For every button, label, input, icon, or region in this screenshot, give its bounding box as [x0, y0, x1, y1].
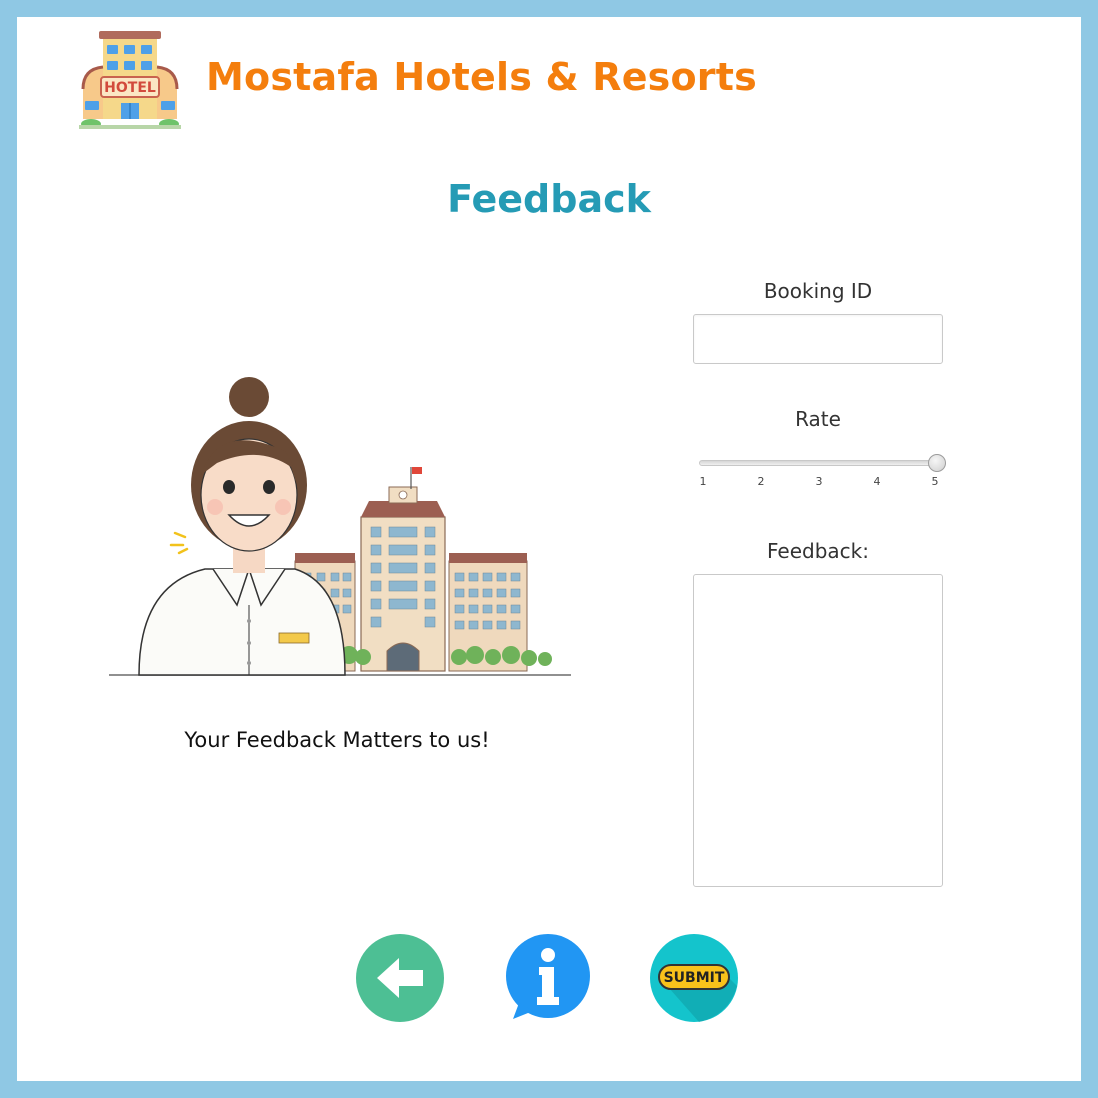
- booking-id-label: Booking ID: [763, 279, 873, 303]
- rate-tick-3: 3: [815, 475, 823, 488]
- feedback-textarea[interactable]: [693, 574, 943, 887]
- feedback-label: Feedback:: [767, 539, 869, 563]
- rate-tick-1: 1: [699, 475, 707, 488]
- receptionist-icon: [138, 377, 346, 676]
- page-title: Feedback: [447, 177, 651, 221]
- submit-button-label: SUBMIT: [664, 970, 725, 986]
- rate-slider-track[interactable]: [699, 460, 937, 466]
- receptionist-hotel-illustration: [109, 377, 571, 676]
- back-button[interactable]: [355, 933, 445, 1023]
- info-button[interactable]: [503, 933, 593, 1023]
- app-window: HOTEL Mostafa Hotels & Resorts Feedback: [17, 17, 1081, 1081]
- rate-tick-4: 4: [873, 475, 881, 488]
- brand-title: Mostafa Hotels & Resorts: [206, 55, 757, 99]
- booking-id-input[interactable]: [693, 314, 943, 364]
- info-icon: [506, 934, 590, 1019]
- rate-tick-5: 5: [931, 475, 939, 488]
- rate-slider-thumb[interactable]: [928, 454, 946, 472]
- rate-slider[interactable]: [699, 454, 946, 473]
- svg-text:HOTEL: HOTEL: [104, 80, 156, 96]
- rate-label: Rate: [795, 407, 841, 431]
- submit-button[interactable]: SUBMIT: [649, 933, 739, 1023]
- feedback-tagline: Your Feedback Matters to us!: [184, 728, 490, 752]
- rate-tick-2: 2: [757, 475, 765, 488]
- hotel-logo-icon: HOTEL: [79, 31, 181, 129]
